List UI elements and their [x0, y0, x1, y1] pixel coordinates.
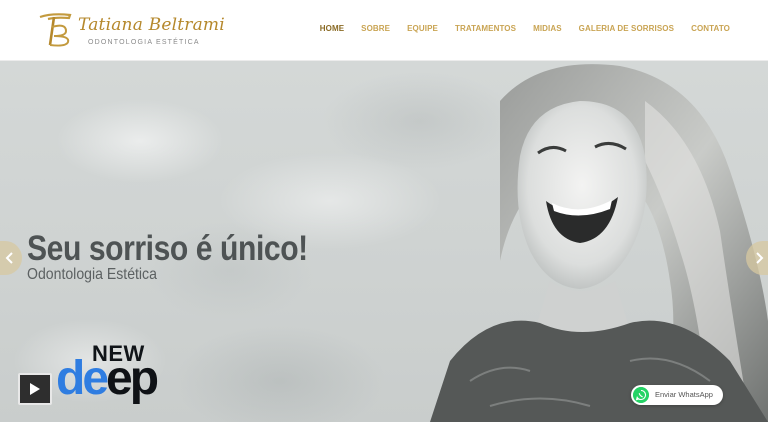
nav-item-tratamentos[interactable]: TRATAMENTOS	[455, 24, 516, 33]
nav-item-equipe[interactable]: EQUIPE	[407, 24, 438, 33]
whatsapp-button[interactable]: Enviar WhatsApp	[631, 385, 723, 405]
logo-subtitle: ODONTOLOGIA ESTÉTICA	[88, 39, 200, 46]
newdeep-watermark: NEW deep	[56, 341, 196, 413]
whatsapp-label: Enviar WhatsApp	[655, 390, 713, 399]
nav-item-midias[interactable]: MIDIAS	[533, 24, 562, 33]
site-header: Tatiana Beltrami ODONTOLOGIA ESTÉTICA HO…	[0, 0, 768, 61]
nav-item-sobre[interactable]: SOBRE	[361, 24, 390, 33]
nav-item-galeria[interactable]: GALERIA DE SORRISOS	[579, 24, 674, 33]
whatsapp-icon	[633, 387, 649, 403]
chevron-right-icon	[756, 252, 764, 264]
watermark-deep-text: deep	[56, 352, 159, 405]
hero-portrait-image	[430, 64, 768, 422]
logo-name: Tatiana Beltrami	[78, 15, 225, 35]
monogram-logo-icon	[39, 13, 72, 47]
hero-headline: Seu sorriso é único!	[27, 229, 308, 268]
play-button[interactable]	[18, 373, 52, 405]
hero-slider: Seu sorriso é único! Odontologia Estétic…	[0, 61, 768, 422]
site-logo[interactable]: Tatiana Beltrami ODONTOLOGIA ESTÉTICA	[36, 9, 225, 51]
hero-subline: Odontologia Estética	[27, 266, 157, 283]
play-icon	[30, 383, 40, 395]
nav-item-contato[interactable]: CONTATO	[691, 24, 730, 33]
chevron-left-icon	[5, 252, 13, 264]
slider-prev-button[interactable]	[0, 241, 22, 275]
main-nav: HOME SOBRE EQUIPE TRATAMENTOS MIDIAS GAL…	[303, 24, 730, 33]
nav-item-home[interactable]: HOME	[320, 24, 344, 33]
